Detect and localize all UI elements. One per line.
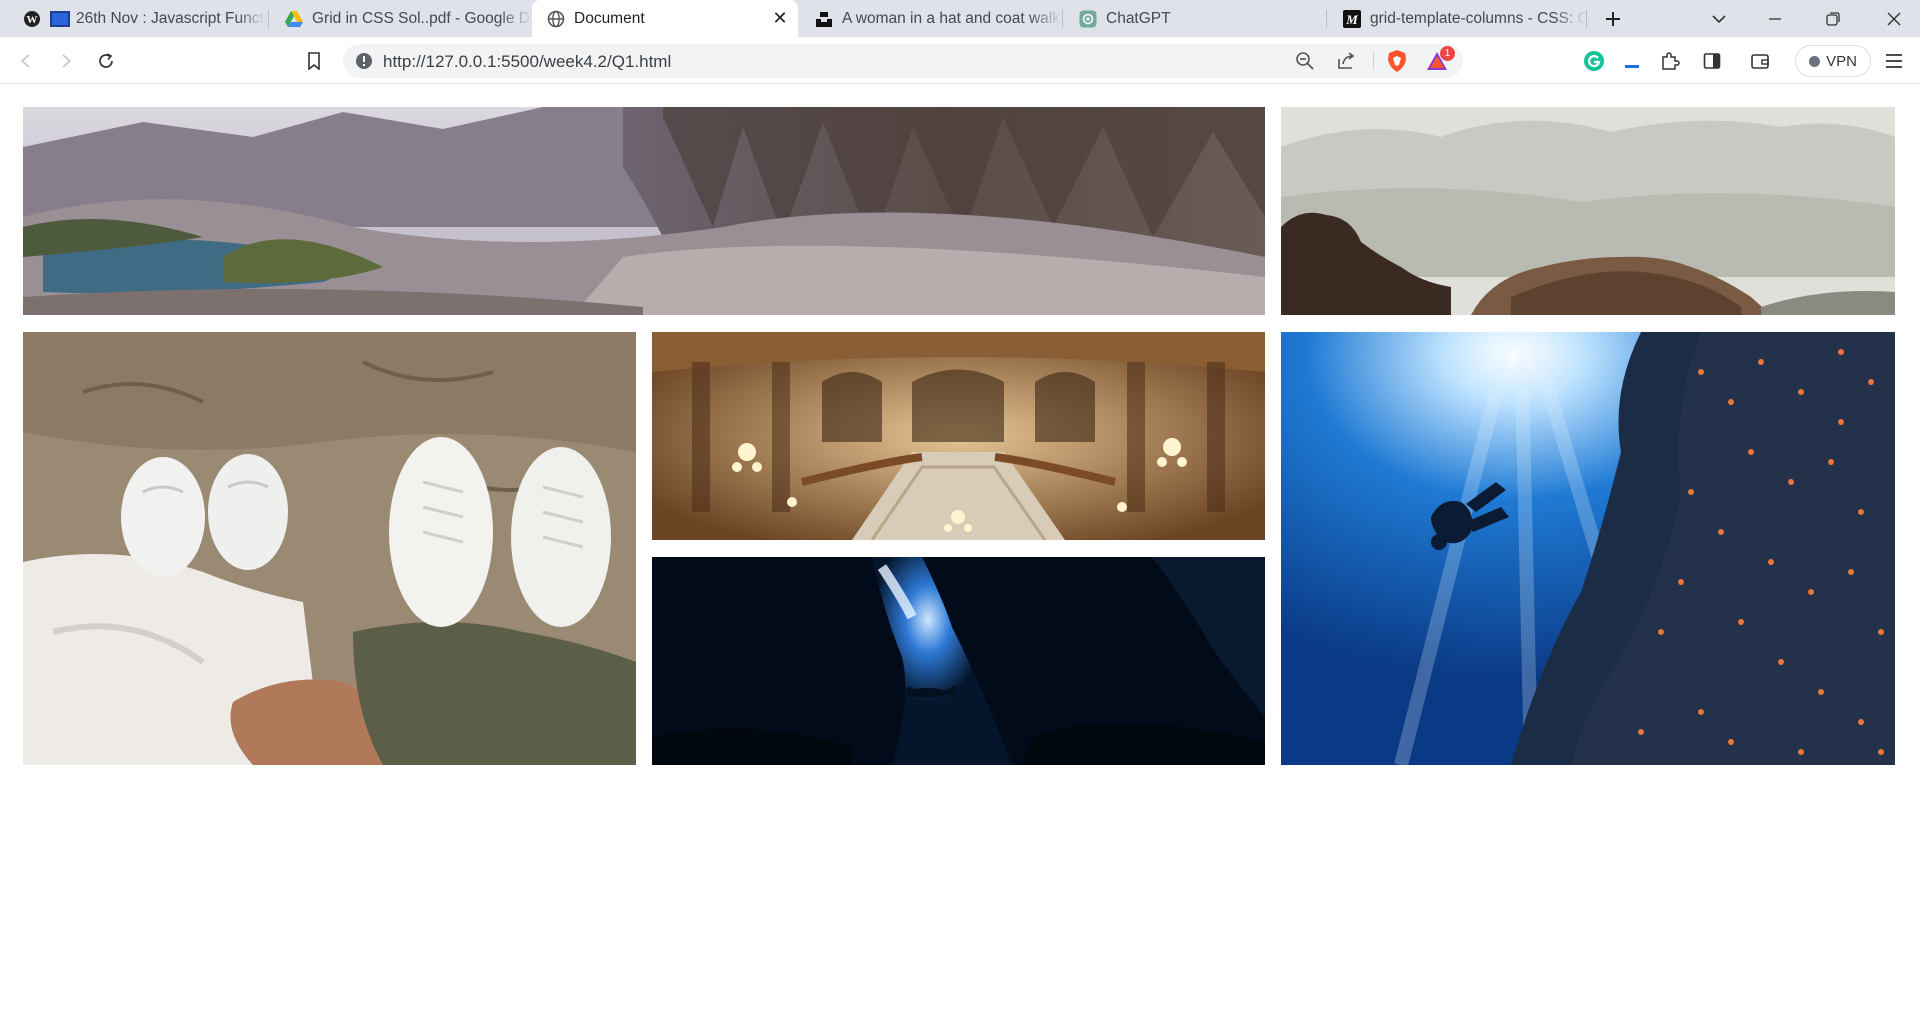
back-arrow-icon: [20, 54, 30, 68]
puzzle-piece-icon: [1662, 52, 1680, 70]
close-tab-icon[interactable]: ✕: [770, 8, 790, 29]
vpn-label: VPN: [1826, 52, 1857, 70]
svg-text:M: M: [1345, 12, 1358, 27]
reload-button[interactable]: [90, 45, 122, 77]
tab-mdn-grid-template-columns[interactable]: M grid-template-columns - CSS: Cascading: [1328, 0, 1586, 37]
tab-title: ChatGPT: [1106, 9, 1171, 27]
tab-title: grid-template-columns - CSS: Cascading: [1370, 9, 1586, 27]
tab-separator: [1586, 10, 1587, 28]
share-icon[interactable]: [1336, 44, 1356, 78]
brave-shields-icon[interactable]: [1386, 44, 1408, 78]
main-menu-button[interactable]: [1878, 45, 1910, 77]
tab-title: Document: [574, 9, 645, 27]
tab-separator: [1326, 10, 1327, 28]
restore-icon: [1826, 11, 1840, 26]
hamburger-menu-icon: [1886, 54, 1902, 68]
tab-document[interactable]: Document ✕: [532, 0, 798, 37]
chevron-down-icon: [1712, 14, 1726, 23]
underscore-icon: [1625, 65, 1639, 68]
tab-chatgpt[interactable]: ChatGPT: [1064, 0, 1326, 37]
address-bar[interactable]: http://127.0.0.1:5500/week4.2/Q1.html 1: [343, 44, 1463, 78]
mountain-lake-panorama-image: [23, 107, 1265, 315]
extensions-button[interactable]: [1654, 45, 1686, 77]
vpn-status-dot: [1809, 55, 1821, 67]
google-drive-icon: [284, 9, 304, 29]
forward-button[interactable]: [50, 45, 82, 77]
tab-title: 26th Nov : Javascript Functions: [76, 9, 266, 27]
sidebar-toggle-button[interactable]: [1696, 45, 1728, 77]
unsplash-icon: [814, 9, 834, 29]
tab-strip: W 26th Nov : Javascript Functions Grid i…: [0, 0, 1920, 37]
tab-google-drive-pdf[interactable]: Grid in CSS Sol..pdf - Google Drive: [270, 0, 532, 37]
bookmark-button[interactable]: [298, 45, 330, 77]
monitor-icon: [50, 10, 70, 27]
browser-toolbar: http://127.0.0.1:5500/week4.2/Q1.html 1 …: [0, 37, 1920, 84]
url-text: http://127.0.0.1:5500/week4.2/Q1.html: [383, 52, 672, 71]
vpn-button[interactable]: VPN: [1795, 45, 1871, 77]
close-window-button[interactable]: [1868, 0, 1920, 37]
tab-title: A woman in a hat and coat walking: [842, 9, 1062, 27]
restore-window-button[interactable]: [1810, 0, 1856, 37]
image-grid: [23, 107, 1897, 765]
tab-unsplash[interactable]: A woman in a hat and coat walking: [800, 0, 1062, 37]
mdn-icon: M: [1342, 9, 1362, 29]
globe-icon: [546, 9, 566, 29]
tab-title: Grid in CSS Sol..pdf - Google Drive: [312, 9, 532, 27]
tab-separator: [268, 10, 269, 28]
site-info-icon[interactable]: [355, 52, 373, 75]
new-tab-button[interactable]: [1590, 0, 1636, 37]
grammarly-icon: [1584, 51, 1604, 71]
svg-text:W: W: [27, 14, 38, 26]
extension-indicator[interactable]: [1616, 45, 1648, 77]
reload-icon: [99, 53, 113, 68]
grammarly-extension-button[interactable]: [1578, 45, 1610, 77]
minimize-icon: [1769, 17, 1781, 20]
wordpress-icon: W: [22, 9, 42, 29]
wallet-icon: [1751, 54, 1769, 69]
plus-icon: [1606, 11, 1620, 26]
tab-search-button[interactable]: [1696, 0, 1742, 37]
back-button[interactable]: [10, 45, 42, 77]
opera-house-grand-staircase-image: [652, 332, 1265, 540]
close-icon: [1887, 12, 1901, 25]
diver-in-underwater-cave-image: [652, 557, 1265, 765]
hazy-desert-mountains-image: [1281, 107, 1895, 315]
tab-javascript-functions[interactable]: W 26th Nov : Javascript Functions: [8, 0, 266, 37]
forward-arrow-icon: [62, 54, 72, 68]
sidebar-icon: [1703, 53, 1721, 69]
minimize-window-button[interactable]: [1752, 0, 1798, 37]
bookmark-icon: [308, 52, 320, 70]
white-sneakers-on-sand-image: [23, 332, 636, 765]
freediver-with-fish-reef-image: [1281, 332, 1895, 765]
chatgpt-icon: [1078, 9, 1098, 29]
wallet-button[interactable]: [1744, 45, 1776, 77]
rewards-badge: 1: [1440, 46, 1455, 61]
divider: [1373, 52, 1374, 70]
page-viewport: [0, 85, 1920, 1020]
zoom-icon[interactable]: [1295, 44, 1315, 78]
tab-separator: [1062, 10, 1063, 28]
